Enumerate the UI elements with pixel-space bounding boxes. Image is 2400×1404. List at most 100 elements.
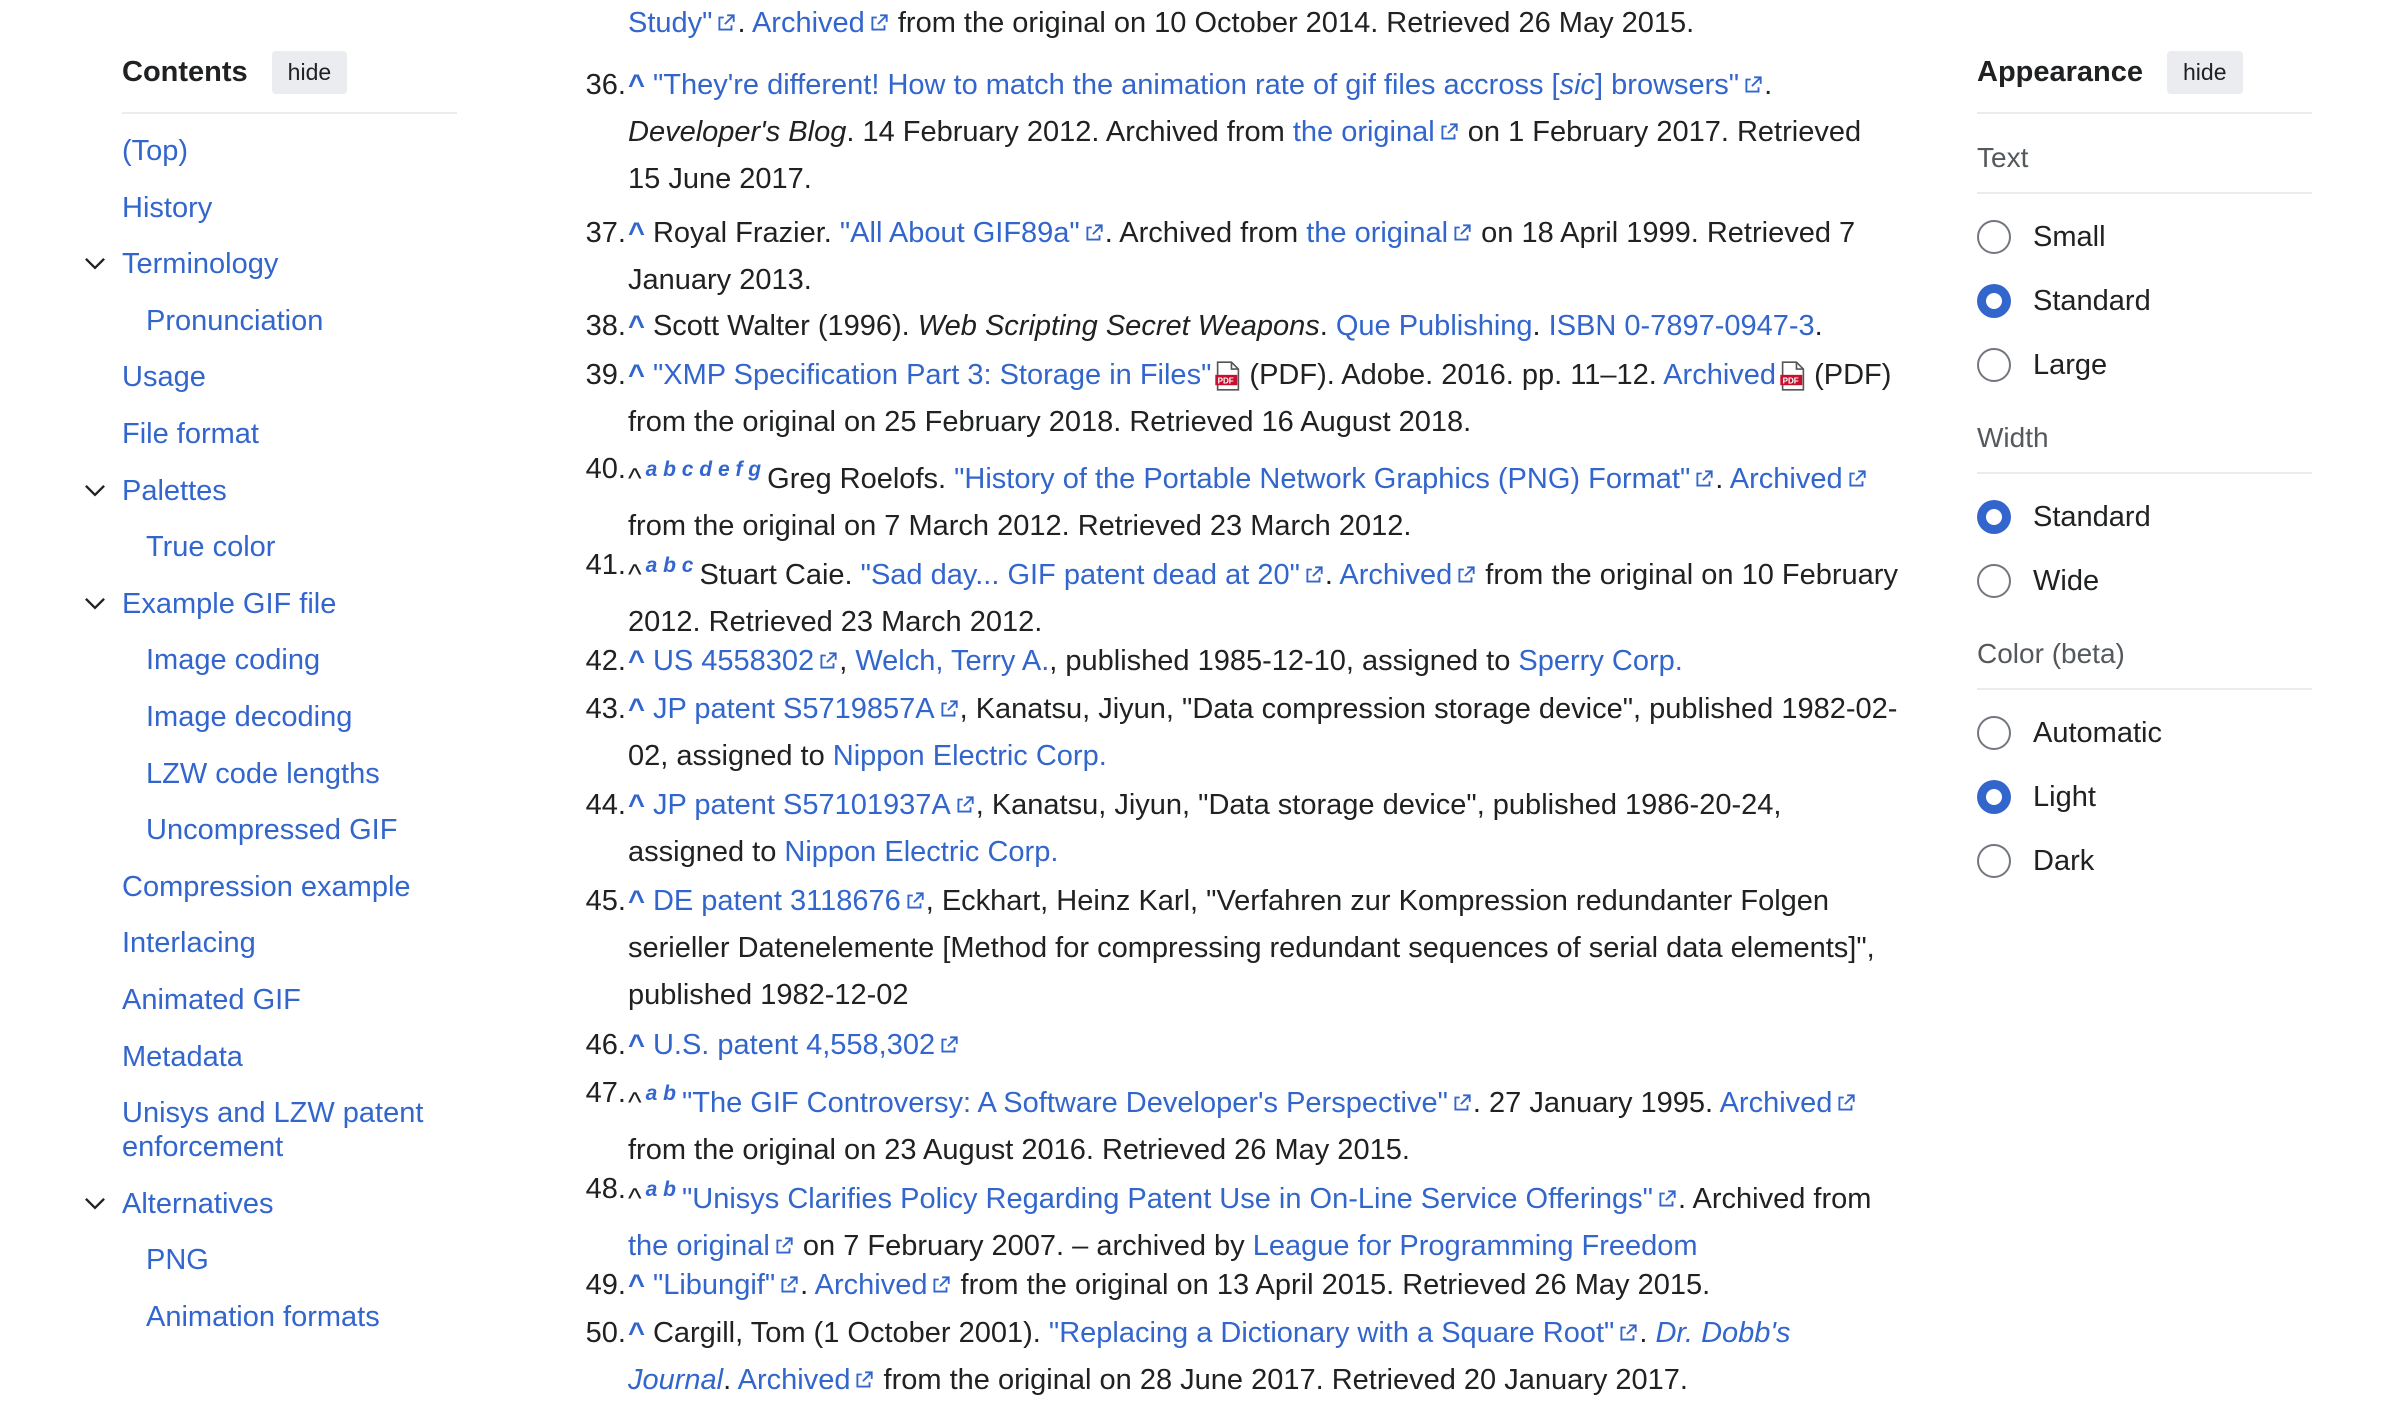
backlink-caret[interactable]: ^ (628, 789, 645, 821)
toc-item[interactable]: Interlacing (122, 926, 457, 960)
backlink-caret[interactable]: ^ (628, 1269, 645, 1301)
radio-button[interactable] (1977, 348, 2011, 382)
original-link[interactable]: the original (628, 1230, 770, 1262)
toc-item[interactable]: Image decoding (122, 700, 457, 734)
toc-item[interactable]: Animation formats (122, 1300, 457, 1334)
archived-link[interactable]: Archived (738, 1364, 851, 1396)
archived-link[interactable]: Archived (1730, 463, 1843, 495)
reference-title-link[interactable]: "Libungif" (653, 1269, 775, 1301)
reference-45: 45. ^ DE patent 3118676, Eckhart, Heinz K… (586, 878, 1898, 1019)
backlink-letters[interactable]: a b (646, 1178, 676, 1201)
color-option[interactable]: Automatic (1977, 712, 2312, 754)
reference-title-link[interactable]: "They're different! How to match the ani… (653, 69, 1739, 101)
archived-link[interactable]: Archived (815, 1269, 928, 1301)
patent-link[interactable]: U.S. patent 4,558,302 (653, 1029, 935, 1061)
backlink-caret[interactable]: ^ (628, 645, 645, 677)
color-option[interactable]: Light (1977, 776, 2312, 818)
toc-item[interactable]: Pronunciation (122, 304, 457, 338)
toc-item[interactable]: History (122, 191, 457, 225)
radio-button[interactable] (1977, 844, 2011, 878)
backlink-caret[interactable]: ^ (628, 1317, 645, 1349)
chevron-down-icon[interactable] (82, 1191, 108, 1217)
patent-link[interactable]: JP patent S57101937A (653, 789, 951, 821)
radio-button[interactable] (1977, 716, 2011, 750)
reference-title-link[interactable]: "History of the Portable Network Graphic… (954, 463, 1690, 495)
toc-item[interactable]: LZW code lengths (122, 757, 457, 791)
toc-item[interactable]: PNG (122, 1243, 457, 1277)
text-size-option[interactable]: Standard (1977, 280, 2312, 322)
backlink-caret[interactable]: ^ (628, 885, 645, 917)
archived-link[interactable]: Archived (752, 7, 865, 39)
width-option[interactable]: Standard (1977, 496, 2312, 538)
backlink-caret[interactable]: ^ (628, 310, 645, 342)
assignee-link[interactable]: Nippon Electric Corp. (833, 740, 1107, 772)
toc-item[interactable]: Example GIF file (85, 587, 457, 621)
backlink-caret[interactable]: ^ (628, 69, 645, 101)
assignee-link[interactable]: Nippon Electric Corp. (784, 836, 1058, 868)
color-option[interactable]: Dark (1977, 840, 2312, 882)
radio-label: Light (2033, 780, 2096, 813)
toc-item[interactable]: (Top) (122, 134, 457, 168)
patent-link[interactable]: JP patent S5719857A (653, 693, 935, 725)
chevron-down-icon[interactable] (82, 251, 108, 277)
width-option[interactable]: Wide (1977, 560, 2312, 602)
toc-item[interactable]: File format (122, 417, 457, 451)
toc-item[interactable]: Alternatives (85, 1187, 457, 1221)
text-size-option[interactable]: Large (1977, 344, 2312, 386)
toc-item[interactable]: Usage (122, 360, 457, 394)
radio-button[interactable] (1977, 500, 2011, 534)
toc-item-label: History (122, 191, 213, 224)
reference-title-link[interactable]: "The GIF Controversy: A Software Develop… (682, 1087, 1448, 1119)
original-link[interactable]: the original (1293, 116, 1435, 148)
author-link[interactable]: Welch, Terry A. (855, 645, 1049, 677)
toc-item[interactable]: Animated GIF (122, 983, 457, 1017)
original-link[interactable]: the original (1306, 217, 1448, 249)
patent-link[interactable]: DE patent 3118676 (653, 885, 901, 917)
toc-item[interactable]: Image coding (122, 643, 457, 677)
backlink-caret[interactable]: ^ (628, 1029, 645, 1061)
backlink-letters[interactable]: a b (646, 1082, 676, 1105)
backlink-caret[interactable]: ^ (628, 359, 645, 391)
external-link-icon (776, 1237, 793, 1254)
toc-item-label: Example GIF file (122, 587, 337, 620)
text-size-option[interactable]: Small (1977, 216, 2312, 258)
reference-46: 46. ^ U.S. patent 4,558,302 (586, 1022, 1898, 1069)
chevron-down-icon[interactable] (82, 478, 108, 504)
archived-link[interactable]: Archived (1720, 1087, 1833, 1119)
organization-link[interactable]: League for Programming Freedom (1253, 1230, 1698, 1262)
backlink-letters[interactable]: a b c d e f g (646, 458, 762, 481)
radio-label: Large (2033, 348, 2108, 381)
backlink-caret[interactable]: ^ (628, 693, 645, 725)
toc-item[interactable]: Unisys and LZW patent enforcement (122, 1096, 457, 1164)
toc-item[interactable]: Compression example (122, 870, 457, 904)
reference-title-link[interactable]: Study" (628, 7, 712, 39)
isbn-link[interactable]: ISBN 0-7897-0947-3 (1549, 310, 1815, 342)
backlink-letters[interactable]: a b c (646, 554, 694, 577)
toc-item[interactable]: Uncompressed GIF (122, 813, 457, 847)
toc-item[interactable]: Metadata (122, 1040, 457, 1074)
appearance-hide-button[interactable]: hide (2167, 50, 2243, 94)
radio-button[interactable] (1977, 220, 2011, 254)
radio-button[interactable] (1977, 564, 2011, 598)
reference-text: , (839, 645, 856, 677)
backlink-caret[interactable]: ^ (628, 217, 645, 249)
external-link-icon (941, 700, 958, 717)
assignee-link[interactable]: Sperry Corp. (1518, 645, 1682, 677)
toc-hide-button[interactable]: hide (271, 50, 348, 94)
reference-title-link[interactable]: "Sad day... GIF patent dead at 20" (861, 559, 1300, 591)
radio-button[interactable] (1977, 284, 2011, 318)
chevron-down-icon[interactable] (82, 591, 108, 617)
reference-title-link[interactable]: "XMP Specification Part 3: Storage in Fi… (653, 359, 1211, 391)
archived-link[interactable]: Archived (1339, 559, 1452, 591)
archived-link[interactable]: Archived (1663, 359, 1776, 391)
publisher-link[interactable]: Que Publishing (1336, 310, 1533, 342)
toc-item[interactable]: Terminology (85, 247, 457, 281)
reference-number: 42. (585, 645, 626, 677)
toc-item[interactable]: True color (122, 530, 457, 564)
radio-button[interactable] (1977, 780, 2011, 814)
reference-title-link[interactable]: "Replacing a Dictionary with a Square Ro… (1049, 1317, 1614, 1349)
toc-item[interactable]: Palettes (85, 474, 457, 508)
reference-title-link[interactable]: "Unisys Clarifies Policy Regarding Paten… (682, 1183, 1653, 1215)
reference-title-link[interactable]: "All About GIF89a" (840, 217, 1080, 249)
patent-link[interactable]: US 4558302 (653, 645, 814, 677)
